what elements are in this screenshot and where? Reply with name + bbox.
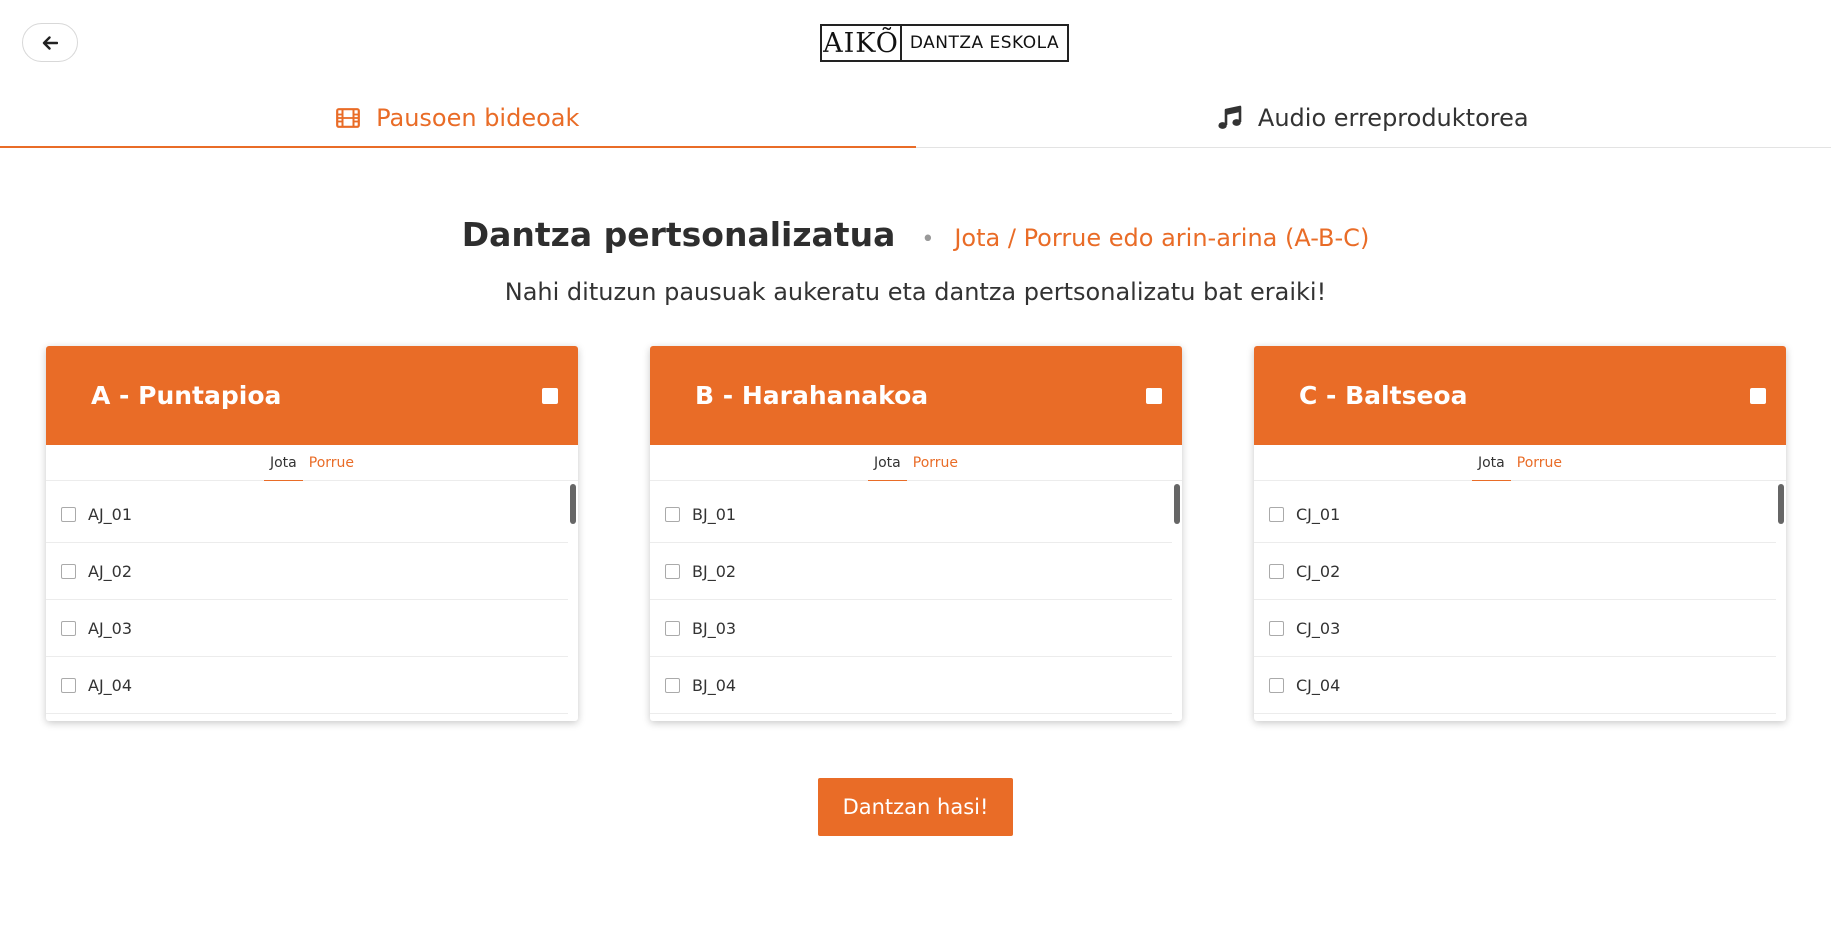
main-tabs: Pausoen bideoak Audio erreproduktorea [0, 88, 1831, 148]
list-item[interactable]: BJ_01 [650, 481, 1172, 543]
list-item[interactable]: BJ_03 [650, 600, 1172, 657]
step-label: BJ_03 [692, 618, 737, 638]
step-checkbox[interactable] [1269, 677, 1284, 693]
logo[interactable]: AIKÕ DANTZA ESKOLA [820, 24, 1069, 62]
list-item[interactable]: AJ_03 [46, 600, 568, 657]
step-label: CJ_03 [1296, 618, 1341, 638]
step-label: AJ_04 [88, 675, 133, 695]
step-label: BJ_02 [692, 561, 737, 581]
card-header: C - Baltseoa [1254, 346, 1786, 445]
subtab-porrue[interactable]: Porrue [1511, 445, 1568, 480]
step-checkbox[interactable] [61, 563, 76, 579]
step-card-b: B - Harahanakoa Jota Porrue BJ_01 BJ_02 … [650, 346, 1182, 721]
music-icon [1218, 105, 1242, 131]
start-dance-button[interactable]: Dantzan hasi! [818, 778, 1013, 836]
subtab-porrue[interactable]: Porrue [303, 445, 360, 480]
list-item[interactable]: CJ_01 [1254, 481, 1776, 543]
tab-label: Audio erreproduktorea [1257, 103, 1529, 132]
step-label: CJ_02 [1296, 561, 1341, 581]
page-title: Dantza pertsonalizatua [461, 215, 896, 254]
list-item[interactable]: BJ_04 [650, 657, 1172, 714]
subtab-porrue[interactable]: Porrue [907, 445, 964, 480]
step-checkbox[interactable] [61, 677, 76, 693]
title-separator: • [921, 227, 935, 252]
card-subtabs: Jota Porrue [1254, 445, 1786, 481]
list-item[interactable]: AJ_04 [46, 657, 568, 714]
step-list: AJ_01 AJ_02 AJ_03 AJ_04 [46, 481, 578, 721]
step-card-a: A - Puntapioa Jota Porrue AJ_01 AJ_02 AJ… [46, 346, 578, 721]
step-label: AJ_03 [88, 618, 133, 638]
step-label: AJ_01 [88, 504, 133, 524]
list-item[interactable]: CJ_03 [1254, 600, 1776, 657]
tab-label: Pausoen bideoak [376, 103, 580, 132]
step-checkbox[interactable] [1269, 620, 1284, 636]
step-label: CJ_04 [1296, 675, 1341, 695]
card-header: B - Harahanakoa [650, 346, 1182, 445]
card-title: B - Harahanakoa [695, 381, 929, 410]
tab-audio-player[interactable]: Audio erreproduktorea [916, 88, 1831, 147]
step-label: AJ_02 [88, 561, 133, 581]
select-all-checkbox[interactable] [1750, 387, 1766, 404]
back-button[interactable] [22, 23, 78, 62]
subtab-jota[interactable]: Jota [263, 445, 303, 481]
step-checkbox[interactable] [665, 620, 680, 636]
select-all-checkbox[interactable] [1146, 387, 1162, 404]
list-item[interactable]: CJ_04 [1254, 657, 1776, 714]
step-checkbox[interactable] [665, 677, 680, 693]
scrollbar-thumb[interactable] [1174, 484, 1180, 524]
page-heading: Dantza pertsonalizatua • Jota / Porrue e… [0, 215, 1831, 254]
step-card-c: C - Baltseoa Jota Porrue CJ_01 CJ_02 CJ_… [1254, 346, 1786, 721]
step-checkbox[interactable] [665, 563, 680, 579]
step-list: CJ_01 CJ_02 CJ_03 CJ_04 [1254, 481, 1786, 721]
tab-step-videos[interactable]: Pausoen bideoak [0, 88, 916, 148]
card-title: A - Puntapioa [91, 381, 282, 410]
arrow-left-icon [42, 35, 58, 50]
card-subtabs: Jota Porrue [650, 445, 1182, 481]
step-checkbox[interactable] [61, 506, 76, 522]
step-label: CJ_01 [1296, 504, 1341, 524]
list-item[interactable]: AJ_01 [46, 481, 568, 543]
list-item[interactable]: BJ_02 [650, 543, 1172, 600]
card-header: A - Puntapioa [46, 346, 578, 445]
list-item[interactable]: CJ_02 [1254, 543, 1776, 600]
select-all-checkbox[interactable] [542, 387, 558, 404]
scrollbar-thumb[interactable] [1778, 484, 1784, 524]
card-subtabs: Jota Porrue [46, 445, 578, 481]
logo-mark: AIKÕ [822, 26, 902, 60]
step-checkbox[interactable] [665, 506, 680, 522]
step-list: BJ_01 BJ_02 BJ_03 BJ_04 [650, 481, 1182, 721]
step-checkbox[interactable] [61, 620, 76, 636]
step-checkbox[interactable] [1269, 563, 1284, 579]
film-icon [336, 107, 360, 128]
subtab-jota[interactable]: Jota [1471, 445, 1511, 481]
step-checkbox[interactable] [1269, 506, 1284, 522]
list-item[interactable]: AJ_02 [46, 543, 568, 600]
instructions-text: Nahi dituzun pausuak aukeratu eta dantza… [504, 278, 1327, 306]
card-title: C - Baltseoa [1299, 381, 1468, 410]
step-label: BJ_01 [692, 504, 737, 524]
scrollbar-thumb[interactable] [570, 484, 576, 524]
page-subtitle: Jota / Porrue edo arin-arina (A-B-C) [954, 224, 1370, 252]
logo-text: DANTZA ESKOLA [909, 33, 1060, 53]
step-label: BJ_04 [692, 675, 737, 695]
subtab-jota[interactable]: Jota [867, 445, 907, 481]
